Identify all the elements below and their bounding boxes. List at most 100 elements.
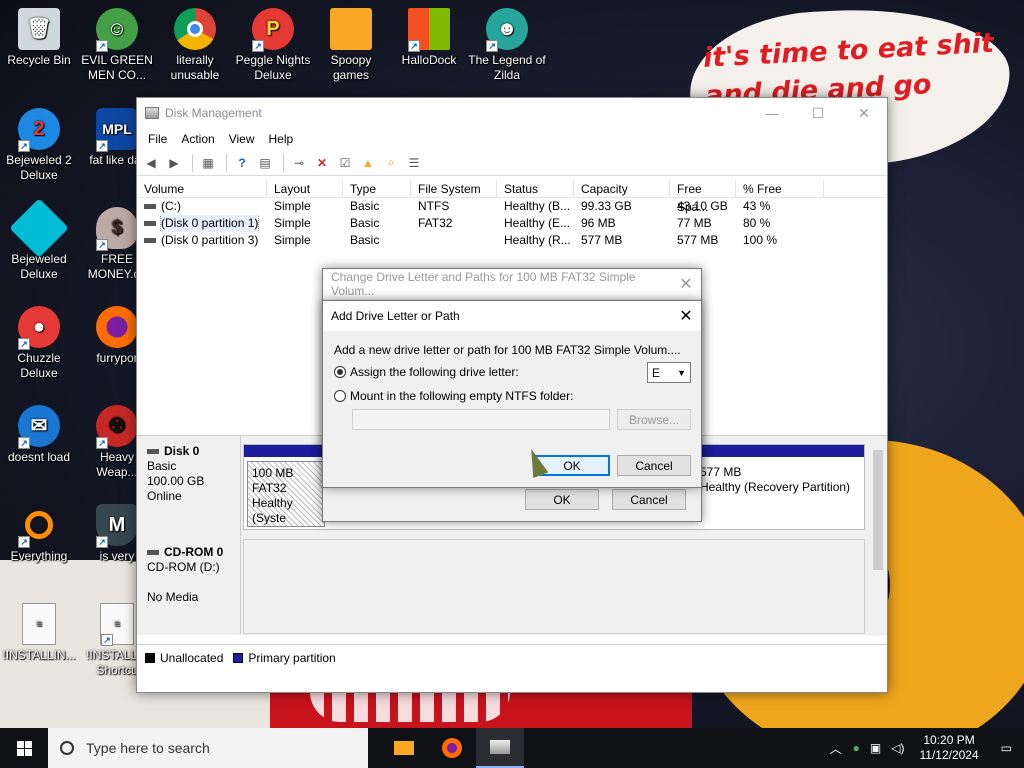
people-icon[interactable]: ●: [848, 741, 865, 755]
col-capacity[interactable]: Capacity: [574, 180, 670, 197]
console-tree-icon[interactable]: ▦: [198, 154, 218, 172]
cell-capacity: 577 MB: [581, 233, 623, 247]
desktop-icon-label: Peggle Nights Deluxe: [235, 53, 311, 82]
bejeweled-icon: [9, 198, 69, 258]
col-layout[interactable]: Layout: [267, 180, 343, 197]
desktop-icon-bejeweled2[interactable]: 2 ↗ Bejeweled 2 Deluxe: [0, 108, 78, 183]
desktop-icon-installing[interactable]: ≡ !INSTALLIN...: [0, 603, 78, 663]
mount-folder-input[interactable]: [352, 409, 610, 430]
cancel-button[interactable]: Cancel: [617, 455, 691, 476]
taskbar-firefox[interactable]: [428, 728, 476, 768]
cell-status: Healthy (B...: [504, 199, 571, 213]
desktop-icon-everything[interactable]: ↗ Everything: [0, 504, 78, 564]
volume-icon[interactable]: ◁): [886, 741, 909, 755]
forward-arrow-icon[interactable]: ▶: [164, 154, 184, 172]
menu-action[interactable]: Action: [174, 132, 221, 146]
connect-icon[interactable]: ⊸: [289, 154, 309, 172]
disk0-name: Disk 0: [164, 444, 200, 458]
clock[interactable]: 10:20 PM 11/12/2024: [909, 733, 988, 763]
cdrom-icon: [147, 550, 159, 555]
toolbar-separator: [226, 153, 227, 172]
desktop-icon-zilda[interactable]: ☻ ↗ The Legend of Zilda: [468, 8, 546, 83]
mount-folder-radio[interactable]: [334, 390, 346, 402]
back-cancel-button[interactable]: Cancel: [612, 489, 686, 510]
desktop-icon-label: Spoopy games: [330, 53, 372, 82]
help-icon[interactable]: ?: [232, 154, 252, 172]
desktop-icon-bejeweled[interactable]: Bejeweled Deluxe: [0, 198, 78, 282]
table-row[interactable]: (C:) Simple Basic NTFS Healthy (B... 99.…: [137, 198, 887, 215]
start-button[interactable]: [0, 728, 48, 768]
col-file-system[interactable]: File System: [411, 180, 497, 197]
back-ok-button[interactable]: OK: [525, 489, 599, 510]
browse-button[interactable]: Browse...: [617, 409, 691, 430]
cdrom-area: [243, 539, 865, 634]
taskbar-disk-management[interactable]: [476, 728, 524, 768]
cdrom-label[interactable]: CD-ROM 0 CD-ROM (D:) No Media: [137, 537, 241, 634]
cell-volume: (Disk 0 partition 3): [161, 233, 259, 247]
cell-capacity: 99.33 GB: [581, 199, 632, 213]
col-type[interactable]: Type: [343, 180, 411, 197]
desktop-icon-recycle-bin[interactable]: 🗑 Recycle Bin: [0, 8, 78, 68]
add-drive-letter-titlebar[interactable]: Add Drive Letter or Path ✕: [323, 301, 701, 331]
drive-letter-select[interactable]: E ▼: [647, 362, 691, 383]
window-titlebar[interactable]: Disk Management — ☐ ✕: [137, 98, 887, 128]
scrollbar-thumb[interactable]: [873, 450, 883, 570]
close-icon[interactable]: ✕: [841, 98, 887, 128]
check-icon[interactable]: ☑: [335, 154, 355, 172]
partition-3-size: 577 MB: [700, 465, 742, 479]
assign-letter-option[interactable]: Assign the following drive letter:: [334, 365, 519, 379]
recycle-bin-icon: 🗑: [18, 8, 60, 50]
maximize-icon[interactable]: ☐: [795, 98, 841, 128]
table-row[interactable]: (Disk 0 partition 1) Simple Basic FAT32 …: [137, 215, 887, 232]
desktop-icon-hallodock[interactable]: ↗ HalloDock: [390, 8, 468, 68]
col-free-space[interactable]: Free Spa...: [670, 180, 736, 214]
change-drive-letter-titlebar[interactable]: Change Drive Letter and Paths for 100 MB…: [323, 269, 701, 299]
partition-1[interactable]: 100 MB FAT32 Healthy (Syste: [247, 461, 325, 527]
system-tray: ︿ ● ▣ ◁) 10:20 PM 11/12/2024 ▭: [824, 728, 1024, 768]
assign-letter-label: Assign the following drive letter:: [350, 365, 519, 379]
taskbar-file-explorer[interactable]: [380, 728, 428, 768]
desktop-icon-label: The Legend of Zilda: [468, 53, 546, 82]
assign-letter-radio[interactable]: [334, 366, 346, 378]
menu-view[interactable]: View: [222, 132, 262, 146]
properties-icon[interactable]: ▤: [255, 154, 275, 172]
desktop-icon-peggle[interactable]: P ↗ Peggle Nights Deluxe: [234, 8, 312, 83]
menu-help[interactable]: Help: [262, 132, 301, 146]
desktop-icon-label: Bejeweled 2 Deluxe: [6, 153, 72, 182]
desktop-icon-chrome[interactable]: literally unusable: [156, 8, 234, 83]
mount-folder-option[interactable]: Mount in the following empty NTFS folder…: [334, 389, 573, 403]
col-status[interactable]: Status: [497, 180, 574, 197]
search-folder-icon[interactable]: ⌕: [381, 154, 401, 172]
back-arrow-icon[interactable]: ◀: [141, 154, 161, 172]
notifications-icon[interactable]: ▭: [989, 741, 1024, 755]
cell-type: Basic: [350, 199, 380, 213]
everything-search-icon: ↗: [18, 504, 60, 548]
cell-type: Basic: [350, 216, 380, 230]
list-view-icon[interactable]: ☰: [404, 154, 424, 172]
desktop-icon-evil-green-men[interactable]: ☺ ↗ EVIL GREEN MEN CO...: [78, 8, 156, 83]
col-volume[interactable]: Volume: [137, 180, 267, 197]
network-icon[interactable]: ▣: [865, 741, 886, 755]
chevron-up-icon[interactable]: ︿: [824, 740, 848, 757]
disk0-state: Online: [147, 489, 182, 503]
desktop-icon-spoopy-games[interactable]: Spoopy games: [312, 8, 390, 83]
drive-letter-value: E: [652, 365, 661, 380]
menu-file[interactable]: File: [141, 132, 174, 146]
disk0-label[interactable]: Disk 0 Basic 100.00 GB Online: [137, 436, 241, 536]
delete-icon[interactable]: ✕: [312, 154, 332, 172]
desktop-icon-label: !INSTALLIN...: [2, 648, 76, 662]
cell-free-space: 43.10 GB: [677, 199, 728, 213]
table-row[interactable]: (Disk 0 partition 3) Simple Basic Health…: [137, 232, 887, 249]
partition-3[interactable]: 577 MB Healthy (Recovery Partition): [696, 461, 864, 527]
desktop-icon-doesnt-load[interactable]: ✉ ↗ doesnt load: [0, 405, 78, 465]
taskbar-search[interactable]: Type here to search: [48, 728, 368, 768]
volume-list-header: Volume Layout Type File System Status Ca…: [137, 180, 887, 214]
close-icon[interactable]: ✕: [671, 306, 701, 326]
folder-up-icon[interactable]: ▲: [358, 154, 378, 172]
desktop-icon-label: Heavy Weap...: [96, 450, 138, 479]
disk-pane-scrollbar[interactable]: [871, 436, 885, 636]
close-icon[interactable]: ✕: [671, 274, 701, 294]
col-percent-free[interactable]: % Free: [736, 180, 824, 197]
minimize-icon[interactable]: —: [749, 98, 795, 128]
desktop-icon-chuzzle[interactable]: ● ↗ Chuzzle Deluxe: [0, 306, 78, 381]
